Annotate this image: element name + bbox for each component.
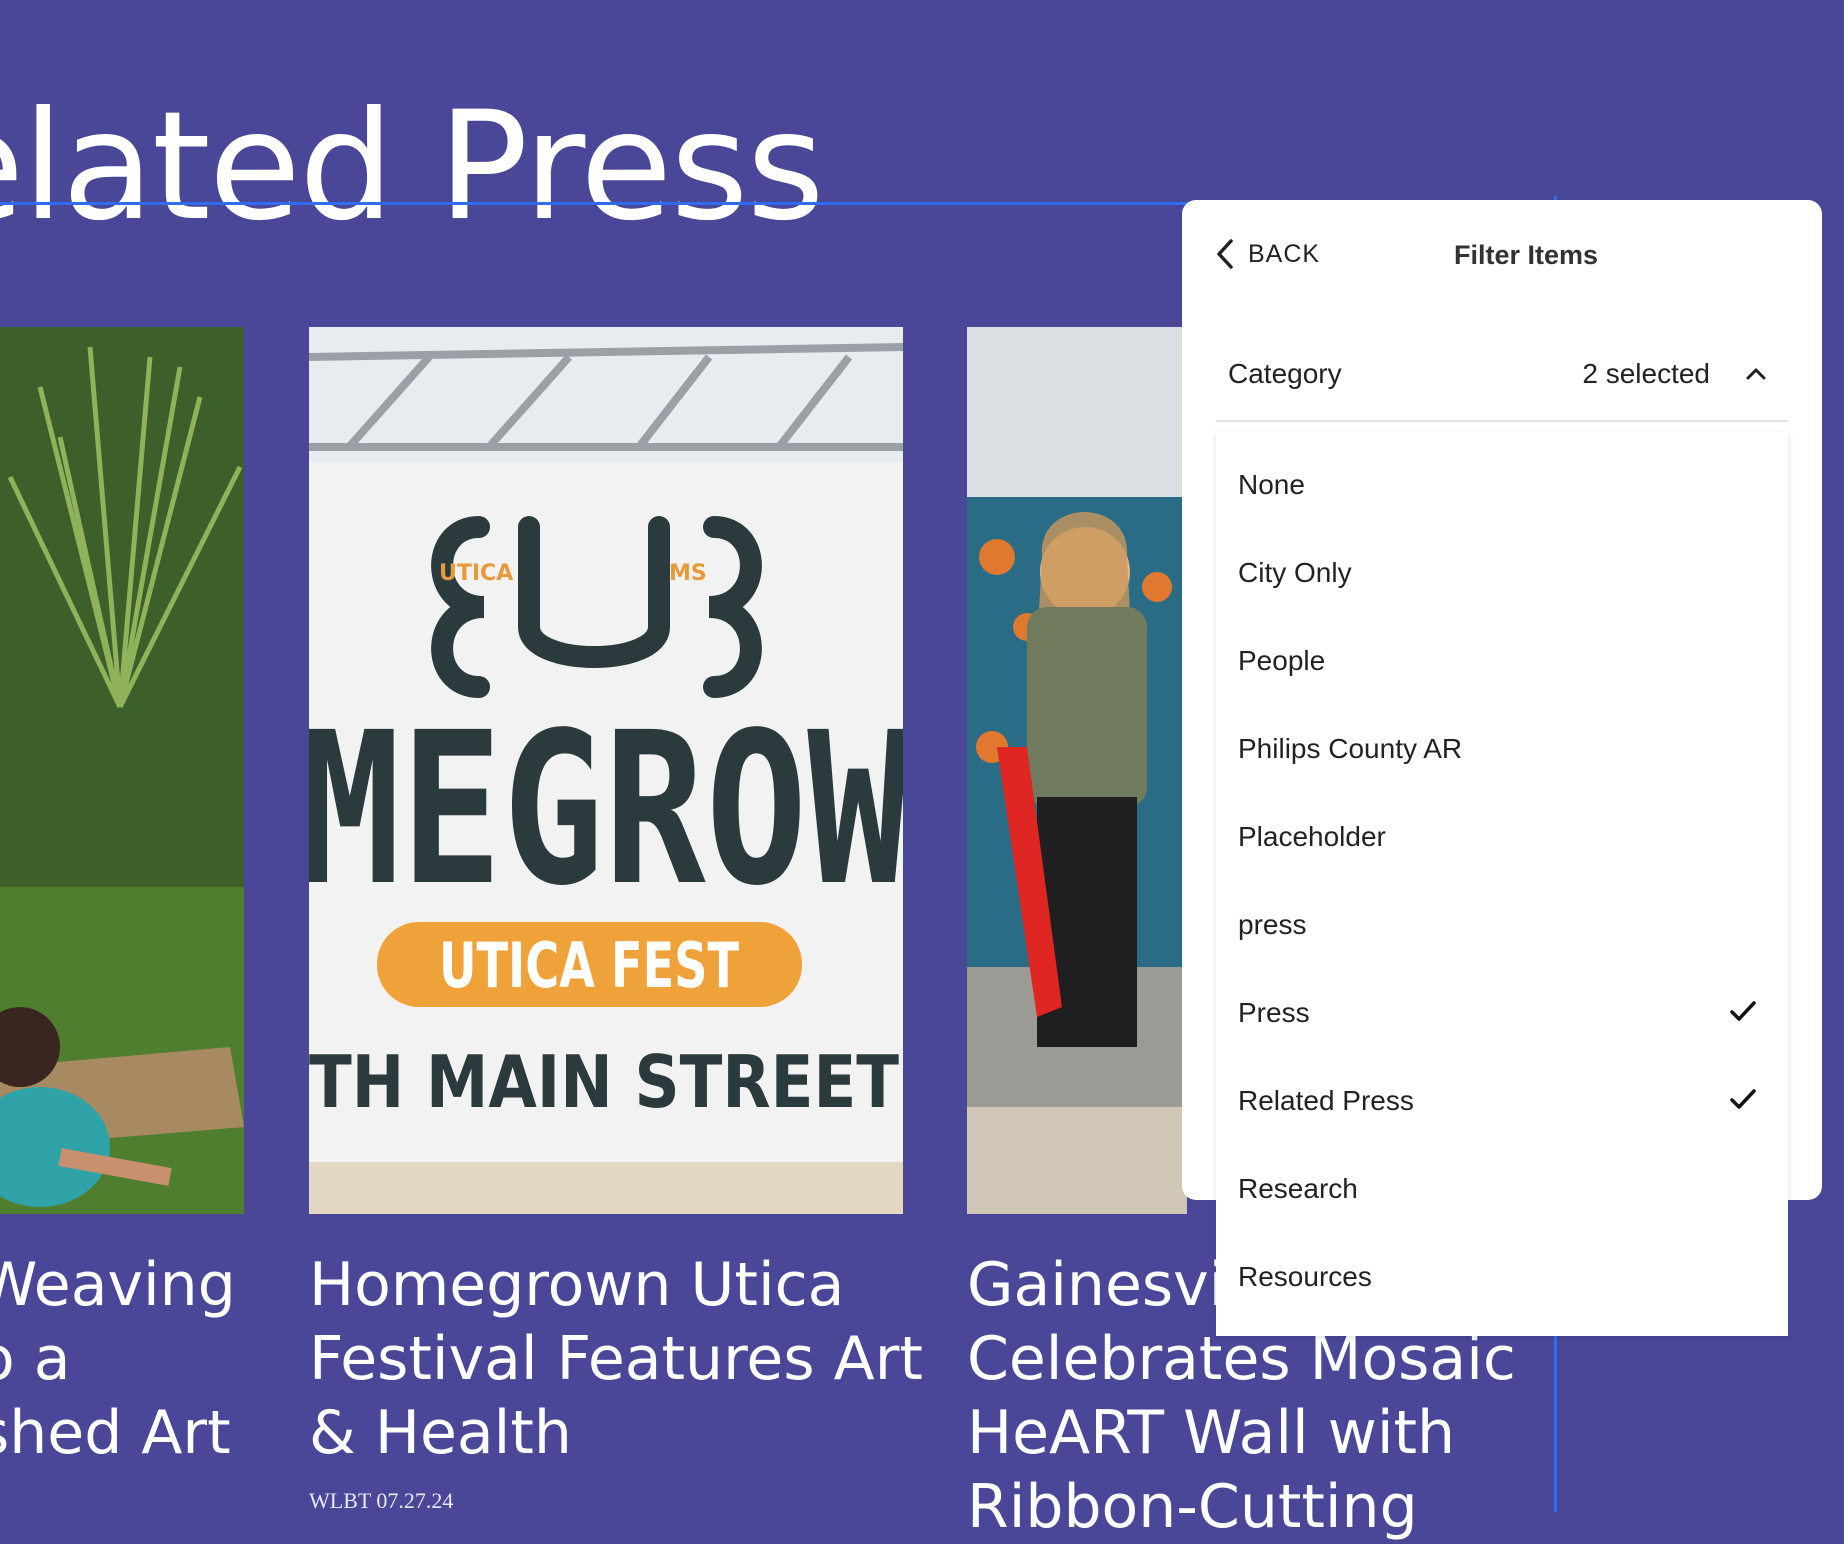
banner-logo-right: MS	[669, 561, 707, 586]
option-label: Press	[1238, 997, 1310, 1028]
category-option-related-press[interactable]: Related Press	[1216, 1052, 1788, 1140]
option-label: press	[1238, 909, 1307, 940]
option-label: Placeholder	[1238, 821, 1386, 852]
card-title-1[interactable]: Weaving o a shed Art	[0, 1248, 236, 1470]
card-image-3[interactable]	[967, 327, 1187, 1214]
category-options-list: None City Only People Philips County AR …	[1216, 432, 1788, 1336]
banner-logo-left: UTICA	[439, 561, 513, 586]
card-title-2-line: Festival Features Art	[309, 1324, 923, 1394]
card-title-2[interactable]: Homegrown Utica Festival Features Art & …	[309, 1248, 923, 1470]
option-label: City Only	[1238, 557, 1352, 588]
category-option-placeholder[interactable]: Placeholder	[1216, 788, 1788, 876]
category-option-none[interactable]: None	[1216, 436, 1788, 524]
checkmark-icon	[1730, 1001, 1756, 1021]
category-option-people[interactable]: People	[1216, 612, 1788, 700]
checkmark-icon	[1730, 1089, 1756, 1109]
back-label: BACK	[1248, 239, 1321, 268]
banner-bottom-text: TH MAIN STREET	[309, 1040, 899, 1124]
card-title-1-line: shed Art	[0, 1398, 231, 1468]
category-option-city-only[interactable]: City Only	[1216, 524, 1788, 612]
category-option-press[interactable]: Press	[1216, 964, 1788, 1052]
category-option-resources[interactable]: Resources	[1216, 1228, 1788, 1316]
card-image-1[interactable]	[0, 327, 244, 1214]
card-title-2-line: & Health	[309, 1398, 572, 1468]
option-label: Related Press	[1238, 1085, 1414, 1116]
card-title-3-line: Ribbon-Cutting	[967, 1472, 1418, 1542]
card-title-2-line: Homegrown Utica	[309, 1250, 845, 1320]
card-title-3-line: HeART Wall with	[967, 1398, 1456, 1468]
category-option-research[interactable]: Research	[1216, 1140, 1788, 1228]
banner-pill-text: UTICA FEST	[439, 929, 739, 1002]
option-label: None	[1238, 469, 1305, 500]
option-label: People	[1238, 645, 1326, 676]
option-label: Research	[1238, 1173, 1358, 1204]
page-title: elated Press	[0, 80, 825, 254]
card-title-1-line: o a	[0, 1324, 71, 1394]
category-dropdown-toggle[interactable]: Category 2 selected	[1216, 350, 1788, 422]
card-meta-2: WLBT 07.27.24	[309, 1488, 454, 1513]
category-option-press-lowercase[interactable]: press	[1216, 876, 1788, 964]
filter-title: Filter Items	[1454, 240, 1599, 270]
card-image-1-photo	[0, 327, 244, 1214]
category-option-philips-county-ar[interactable]: Philips County AR	[1216, 700, 1788, 788]
back-button[interactable]: BACK	[1214, 238, 1320, 270]
category-selected-count: 2 selected	[1582, 358, 1710, 389]
chevron-up-icon	[1746, 368, 1766, 380]
card-image-3-photo	[967, 327, 1187, 1214]
card-image-2-banner: UTICA MS MEGROW UTICA FEST TH MAIN STREE…	[309, 327, 903, 1214]
card-image-2[interactable]: UTICA MS MEGROW UTICA FEST TH MAIN STREE…	[309, 327, 903, 1214]
chevron-left-icon	[1217, 239, 1233, 269]
banner-big-text: MEGROW	[309, 687, 903, 932]
option-label: Philips County AR	[1238, 733, 1463, 764]
card-title-1-line: Weaving	[0, 1250, 236, 1320]
option-label: Resources	[1238, 1261, 1372, 1292]
category-label: Category	[1228, 358, 1342, 389]
